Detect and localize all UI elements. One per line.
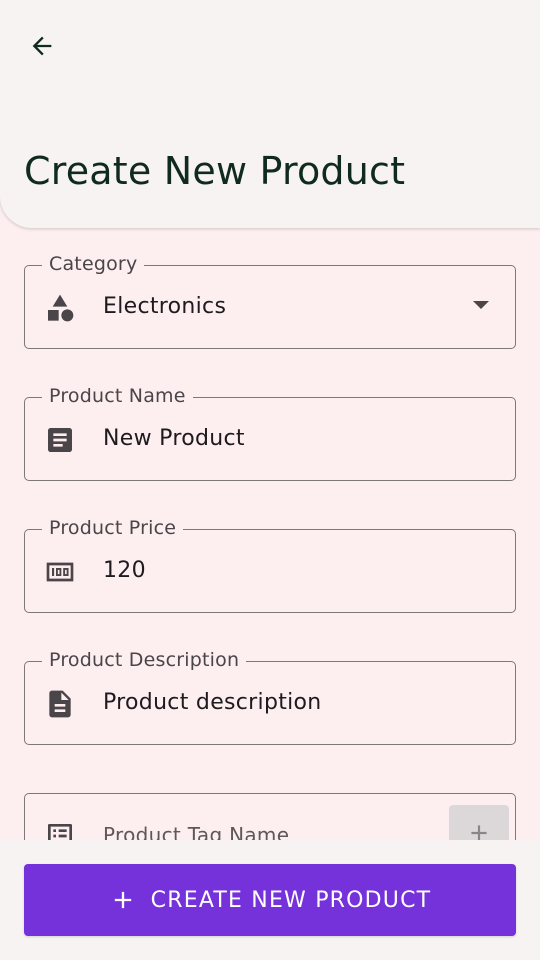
create-button-label: Create New Product — [150, 887, 432, 913]
product-name-label: Product Name — [42, 384, 193, 408]
article-icon — [44, 424, 76, 456]
product-tag-field[interactable]: Product Tag Name — [24, 793, 516, 840]
product-price-value: 120 — [103, 558, 146, 583]
back-button[interactable] — [22, 28, 62, 68]
create-new-product-button[interactable]: Create New Product — [24, 864, 516, 936]
top-app-bar: Create New Product — [0, 0, 540, 228]
category-label: Category — [42, 252, 145, 276]
category-shapes-icon — [44, 292, 76, 324]
plus-icon — [109, 886, 137, 914]
category-dropdown[interactable]: Category Electronics — [24, 252, 516, 349]
list-alt-icon — [44, 820, 76, 840]
product-price-label: Product Price — [42, 516, 184, 540]
money-icon — [44, 556, 76, 588]
product-tag-placeholder: Product Tag Name — [103, 823, 290, 840]
bottom-action-bar: Create New Product — [0, 840, 540, 960]
description-icon — [44, 688, 76, 720]
product-name-value: New Product — [103, 426, 245, 451]
product-price-field[interactable]: Product Price 120 — [24, 516, 516, 613]
product-name-field[interactable]: Product Name New Product — [24, 384, 516, 481]
add-tag-button[interactable] — [449, 805, 509, 840]
category-value: Electronics — [103, 294, 227, 319]
product-form: Category Electronics Product Name New Pr… — [0, 228, 540, 840]
arrow-back-icon — [28, 32, 56, 64]
dropdown-arrow-icon — [473, 301, 489, 309]
page-title: Create New Product — [24, 149, 406, 193]
product-description-value: Product description — [103, 690, 322, 715]
product-description-label: Product Description — [42, 648, 247, 672]
product-description-field[interactable]: Product Description Product description — [24, 648, 516, 745]
plus-icon — [466, 820, 492, 840]
